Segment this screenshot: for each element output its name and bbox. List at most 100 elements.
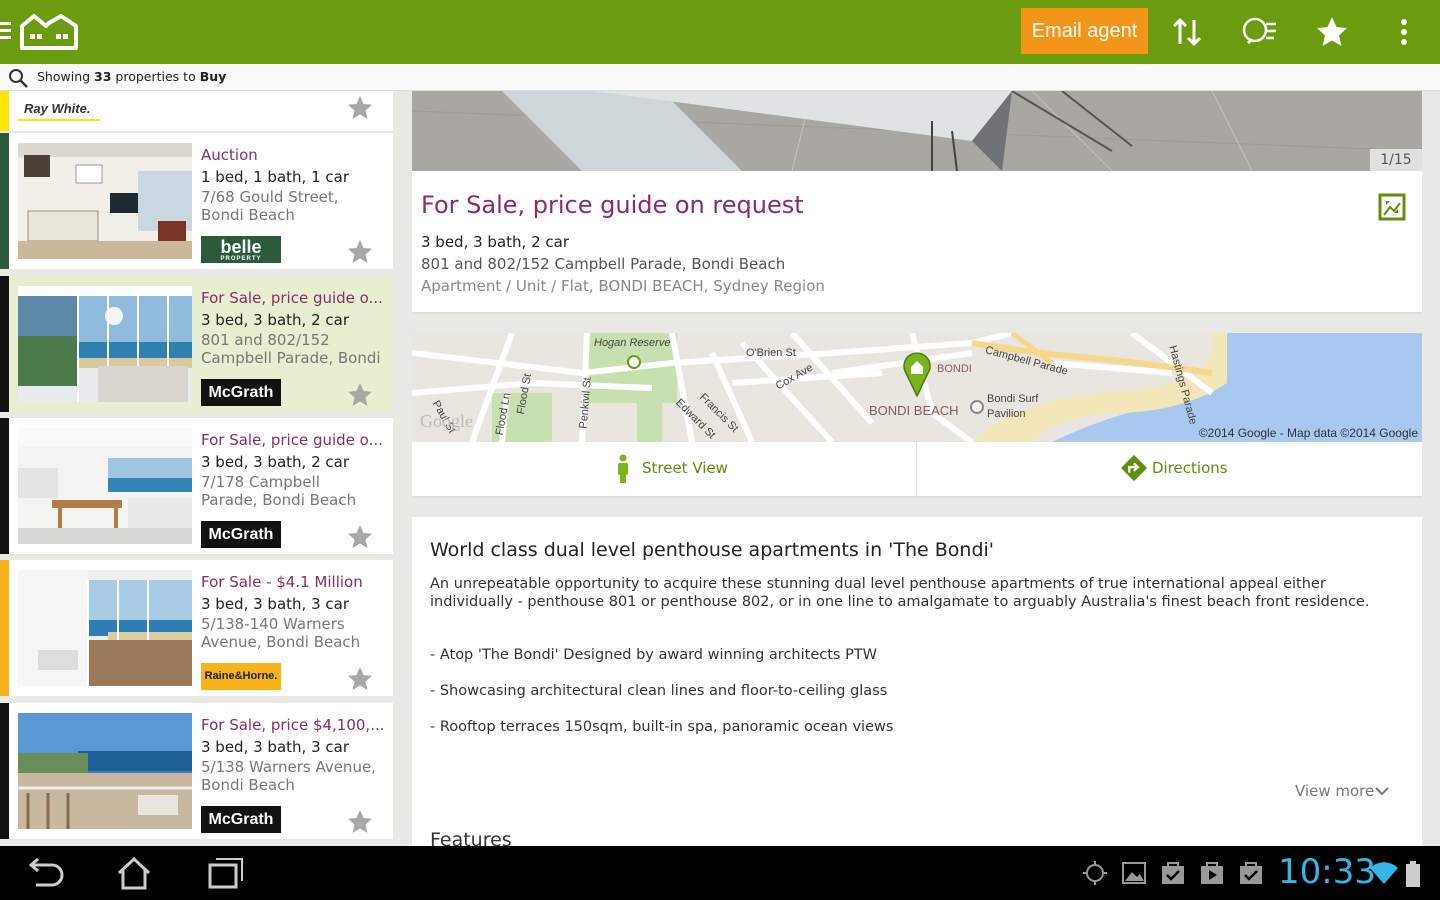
agency-color-bar: [0, 276, 9, 412]
agency-color-bar: [0, 703, 9, 839]
property-summary-card: For Sale, price guide on request 3 bed, …: [412, 171, 1422, 314]
listing-item[interactable]: For Sale, price guide o... 3 bed, 3 bath…: [0, 418, 393, 554]
shopping-bag-check-icon: [1240, 862, 1262, 884]
property-type: Apartment / Unit / Flat, BONDI BEACH, Sy…: [421, 277, 825, 295]
description-card: World class dual level penthouse apartme…: [412, 517, 1422, 846]
fullscreen-gallery-icon[interactable]: [1378, 193, 1406, 221]
listing-text: For Sale, price guide o... 3 bed, 3 bath…: [201, 287, 386, 367]
street-view-button[interactable]: Street View: [412, 442, 917, 496]
summary-mode: Buy: [199, 69, 227, 84]
listing-item-partial[interactable]: Ray White.: [0, 91, 393, 131]
listing-beds: 3 bed, 3 bath, 3 car: [201, 595, 349, 613]
features-heading: Features: [430, 829, 512, 846]
results-summary-bar[interactable]: Showing 33 properties to Buy: [0, 64, 1440, 91]
listing-address: 5/138 Warners Avenue, Bondi Beach: [201, 758, 376, 794]
home-icon[interactable]: [114, 855, 154, 891]
favourite-star-icon[interactable]: [345, 664, 375, 694]
sort-icon[interactable]: [1168, 12, 1208, 52]
agency-logo-mcgrath: McGrath: [201, 379, 281, 406]
listing-column[interactable]: Ray White. Auction 1 bed, 1 bath, 1 car …: [0, 91, 400, 846]
property-address: 801 and 802/152 Campbell Parade, Bondi B…: [421, 255, 786, 273]
app-logo-house-icon[interactable]: [20, 14, 78, 50]
summary-middle: properties to: [111, 69, 200, 84]
map-actions: Street View Directions: [412, 442, 1422, 496]
photo-counter: 1/15: [1370, 149, 1422, 171]
map-label-pavilion: Bondi Surf Pavilion: [987, 393, 1039, 420]
filter-icon[interactable]: [1240, 12, 1280, 52]
map-pin-icon: [903, 352, 931, 397]
recent-apps-icon[interactable]: [204, 855, 244, 891]
agency-logo-rainehorne: Raine&Horne.: [201, 663, 281, 690]
listing-beds: 3 bed, 3 bath, 3 car: [201, 738, 349, 756]
gps-icon: [1083, 861, 1107, 885]
property-detail-panel[interactable]: 1/15 For Sale, price guide on request 3 …: [412, 91, 1422, 846]
menu-icon[interactable]: [0, 22, 12, 40]
agency-color-bar: [0, 418, 9, 554]
property-price: For Sale, price guide on request: [421, 191, 804, 219]
property-photo: [412, 91, 1422, 171]
map-label-obrien: O'Brien St: [746, 347, 796, 359]
status-clock: 10:33: [1278, 852, 1376, 892]
photo-gallery[interactable]: 1/15: [412, 91, 1422, 171]
listing-beds: 3 bed, 3 bath, 2 car: [201, 311, 349, 329]
chevron-down-icon[interactable]: [1374, 783, 1390, 799]
map-card: Hogan Reserve O'Brien St Cox Ave Campbel…: [412, 333, 1422, 498]
overflow-menu-icon[interactable]: [1384, 12, 1424, 52]
search-icon[interactable]: [7, 67, 29, 89]
listing-text: For Sale, price $4,100,... 3 bed, 3 bath…: [201, 714, 386, 794]
map-label-bondi: BONDI: [937, 363, 972, 375]
directions-button[interactable]: Directions: [917, 442, 1422, 496]
map-attribution: ©2014 Google - Map data ©2014 Google: [1198, 426, 1418, 440]
listing-price: For Sale, price $4,100,...: [201, 716, 385, 734]
map-label-hogan: Hogan Reserve: [594, 337, 671, 349]
listing-price: For Sale, price guide o...: [201, 289, 383, 307]
listing-price: Auction: [201, 146, 258, 164]
listing-address: 801 and 802/152 Campbell Parade, Bondi: [201, 331, 381, 367]
location-map[interactable]: Hogan Reserve O'Brien St Cox Ave Campbel…: [412, 333, 1422, 442]
summary-count: 33: [94, 69, 112, 84]
agency-logo-belle: belle PROPERTY: [201, 236, 281, 263]
directions-label: Directions: [1152, 459, 1228, 477]
summary-prefix: Showing: [37, 69, 95, 84]
listing-text: For Sale, price guide o... 3 bed, 3 bath…: [201, 429, 386, 509]
agency-logo-raywhite: Ray White.: [18, 97, 100, 121]
favourites-star-icon[interactable]: [1312, 12, 1352, 52]
play-store-icon: [1201, 862, 1223, 884]
listing-beds: 1 bed, 1 bath, 1 car: [201, 168, 349, 186]
gallery-notification-icon: [1122, 862, 1146, 884]
favourite-star-icon[interactable]: [345, 93, 375, 123]
email-agent-button[interactable]: Email agent: [1021, 8, 1148, 54]
favourite-star-icon[interactable]: [345, 380, 375, 410]
agency-subname: PROPERTY: [220, 256, 262, 262]
favourite-star-icon[interactable]: [345, 807, 375, 837]
listing-item[interactable]: For Sale - $4.1 Million 3 bed, 3 bath, 3…: [0, 560, 393, 696]
shopping-bag-check-icon: [1162, 862, 1184, 884]
description-bullet: - Rooftop terraces 150sqm, built-in spa,…: [430, 719, 894, 735]
listing-address: 5/138-140 Warners Avenue, Bondi Beach: [201, 615, 361, 651]
action-bar: Email agent: [0, 0, 1440, 64]
agency-color-bar: [0, 91, 9, 131]
listing-photo: [18, 143, 192, 259]
listing-address: 7/178 Campbell Parade, Bondi Beach: [201, 473, 357, 509]
listing-photo: [18, 428, 192, 544]
listing-price: For Sale - $4.1 Million: [201, 573, 363, 591]
back-icon[interactable]: [26, 855, 66, 891]
agency-color-bar: [0, 560, 9, 696]
favourite-star-icon[interactable]: [345, 237, 375, 267]
listing-item[interactable]: Auction 1 bed, 1 bath, 1 car 7/68 Gould …: [0, 133, 393, 269]
agency-name: belle: [220, 237, 262, 257]
listing-item-selected[interactable]: For Sale, price guide o... 3 bed, 3 bath…: [0, 276, 393, 412]
listing-item[interactable]: For Sale, price $4,100,... 3 bed, 3 bath…: [0, 703, 393, 839]
listing-price: For Sale, price guide o...: [201, 431, 383, 449]
google-logo: Google: [420, 411, 473, 431]
property-beds: 3 bed, 3 bath, 2 car: [421, 233, 569, 251]
street-view-person-icon: [618, 454, 628, 483]
directions-icon: [1120, 454, 1148, 482]
view-more-link[interactable]: View more: [1295, 782, 1374, 800]
favourite-star-icon[interactable]: [345, 522, 375, 552]
agency-logo-mcgrath: McGrath: [201, 521, 281, 548]
listing-text: Auction 1 bed, 1 bath, 1 car 7/68 Gould …: [201, 144, 386, 224]
agency-logo-mcgrath: McGrath: [201, 806, 281, 833]
agency-name: Ray White.: [24, 101, 91, 116]
description-body: An unrepeatable opportunity to acquire t…: [430, 576, 1370, 610]
